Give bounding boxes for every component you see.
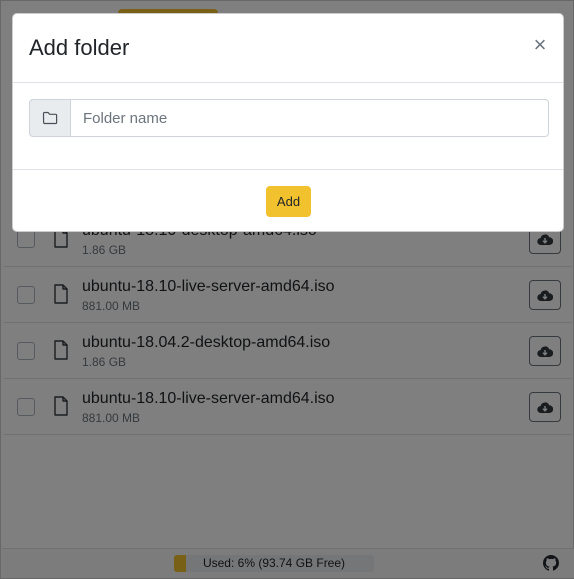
modal-footer: Add bbox=[13, 169, 563, 233]
folder-name-group bbox=[29, 99, 549, 137]
close-icon[interactable]: × bbox=[528, 34, 552, 58]
modal-title: Add folder bbox=[29, 35, 130, 60]
folder-name-input[interactable] bbox=[70, 99, 549, 137]
add-folder-modal: Add folder × Add bbox=[12, 13, 564, 232]
modal-header: Add folder × bbox=[13, 14, 563, 83]
folder-icon bbox=[42, 111, 58, 125]
add-button[interactable]: Add bbox=[266, 186, 311, 217]
folder-prepend bbox=[29, 99, 70, 137]
